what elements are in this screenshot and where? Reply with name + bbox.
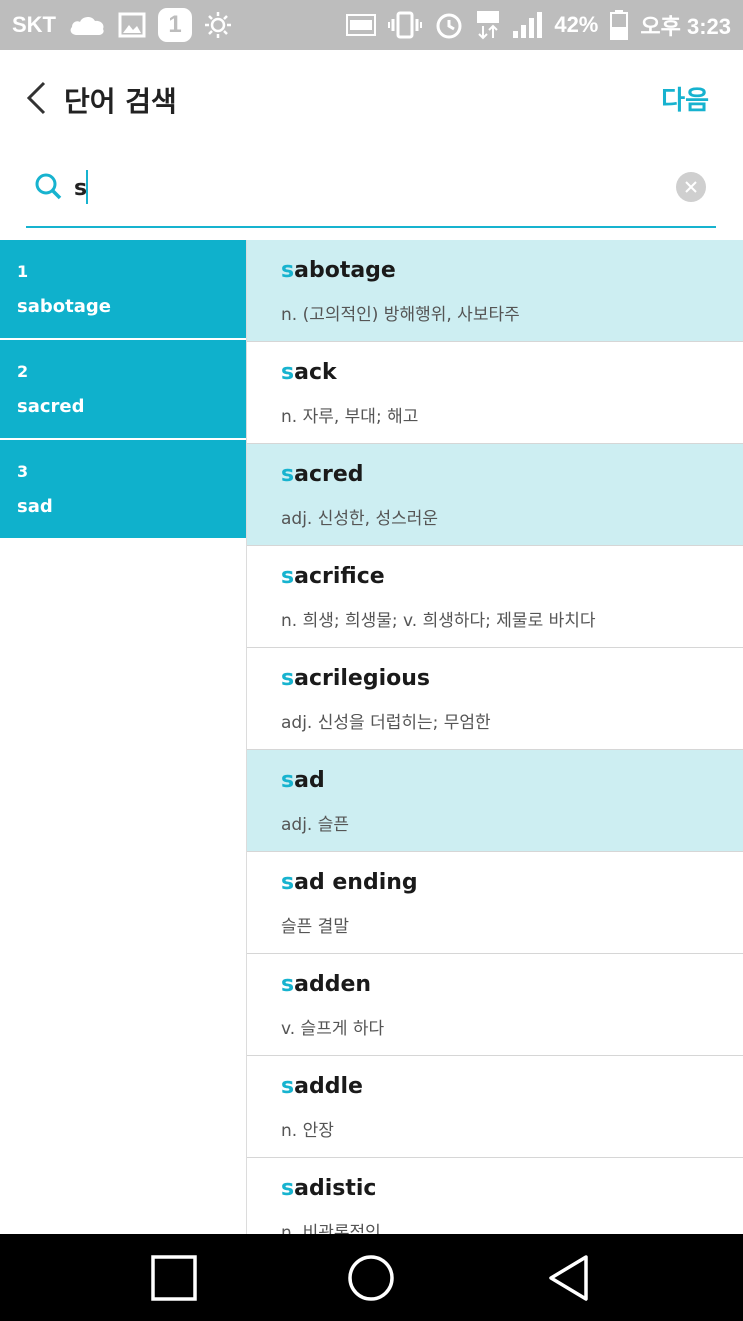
result-word: sadistic [281,1174,743,1204]
home-icon [348,1254,394,1301]
result-word-rest: ad ending [294,870,418,895]
selected-word-label: sad [17,496,53,517]
battery-icon [610,10,629,40]
clear-search-button[interactable] [676,172,706,202]
result-word-rest: abotage [294,258,396,283]
result-item[interactable]: sadden v. 슬프게 하다 [247,954,743,1056]
result-item[interactable]: sacrifice n. 희생; 희생물; v. 희생하다; 제물로 바치다 [247,546,743,648]
result-word-match: s [281,870,295,895]
result-word-rest: addle [294,1074,363,1099]
result-definition: adj. 신성한, 성스러운 [281,509,439,529]
result-word-match: s [281,258,295,283]
result-word-rest: acred [294,462,364,487]
result-word-rest: ad [294,768,325,793]
vibrate-icon [388,11,423,39]
text-cursor [86,170,88,204]
result-definition: n. 안장 [281,1121,334,1141]
result-word: sacrifice [281,562,743,592]
selected-words-pane: 1 sabotage 2 sacred 3 sad [0,240,247,1234]
result-definition: adj. 신성을 더럽히는; 무엄한 [281,713,491,733]
nfc-icon [346,14,377,36]
page-title: 단어 검색 [64,85,177,118]
result-word-match: s [281,972,295,997]
notification-count-icon: 1 [158,8,192,42]
result-word-match: s [281,1176,295,1201]
carrier-label: SKT [12,12,56,37]
notification-count: 1 [168,11,182,38]
result-word: sacred [281,460,743,490]
result-item[interactable]: sabotage n. (고의적인) 방해행위, 사보타주 [247,240,743,342]
result-item[interactable]: saddle n. 안장 [247,1056,743,1158]
signal-icon [512,11,543,39]
result-word-match: s [281,768,295,793]
clear-icon [685,181,697,193]
search-bar [26,146,716,228]
search-input[interactable] [74,168,664,208]
result-item[interactable]: sad ending 슬픈 결말 [247,852,743,954]
next-button[interactable]: 다음 [661,80,709,117]
result-definition: n. 희생; 희생물; v. 희생하다; 제물로 바치다 [281,611,596,631]
result-item[interactable]: sad adj. 슬픈 [247,750,743,852]
result-item[interactable]: sacred adj. 신성한, 성스러운 [247,444,743,546]
result-item[interactable]: sacrilegious adj. 신성을 더럽히는; 무엄한 [247,648,743,750]
result-word: sadden [281,970,743,1000]
selected-word-item[interactable]: 1 sabotage [0,240,246,340]
back-chevron-icon [26,81,46,115]
recent-apps-button[interactable] [124,1234,224,1321]
lte-icon [476,10,500,40]
result-item[interactable]: sadistic n. 비관론적인 [247,1158,743,1234]
result-word: sabotage [281,256,743,286]
result-definition: v. 슬프게 하다 [281,1019,385,1039]
selected-word-index: 1 [17,262,29,281]
selected-word-item[interactable]: 2 sacred [0,340,246,440]
result-word: sack [281,358,743,388]
result-word: saddle [281,1072,743,1102]
result-word-match: s [281,564,295,589]
result-word-match: s [281,1074,295,1099]
result-word-match: s [281,666,295,691]
result-word: sacrilegious [281,664,743,694]
result-definition: 슬픈 결말 [281,917,349,937]
search-icon [34,172,62,204]
result-word-rest: adistic [294,1176,377,1201]
navigation-bar [0,1234,743,1321]
result-definition: adj. 슬픈 [281,815,350,835]
selected-word-item[interactable]: 3 sad [0,440,246,540]
back-button[interactable] [16,76,56,120]
status-bar: SKT 1 42% 오후 3:23 [0,0,743,50]
brightness-icon [204,11,232,39]
result-word-rest: ack [294,360,337,385]
back-nav-button[interactable] [518,1234,618,1321]
result-word-rest: acrilegious [294,666,431,691]
battery-percent: 42% [554,12,599,37]
result-definition: n. 자루, 부대; 해고 [281,407,419,427]
clock: 오후 3:23 [640,14,731,39]
alarm-icon [434,10,464,40]
selected-word-label: sacred [17,396,85,417]
selected-word-index: 3 [17,462,29,481]
result-item[interactable]: sack n. 자루, 부대; 해고 [247,342,743,444]
back-icon [549,1254,588,1301]
result-definition: n. 비관론적인 [281,1223,381,1234]
selected-word-index: 2 [17,362,29,381]
status-bar-right: 42% 오후 3:23 [346,9,731,41]
status-bar-left: SKT 1 [12,8,232,42]
result-word-match: s [281,462,295,487]
result-word-rest: acrifice [294,564,385,589]
recent-apps-icon [151,1254,197,1301]
result-word: sad [281,766,743,796]
image-icon [118,12,146,38]
result-word-rest: adden [294,972,372,997]
result-definition: n. (고의적인) 방해행위, 사보타주 [281,305,520,325]
cloud-icon [68,13,106,37]
home-button[interactable] [321,1234,421,1321]
result-word: sad ending [281,868,743,898]
result-word-match: s [281,360,295,385]
search-results-list: sabotage n. (고의적인) 방해행위, 사보타주 sack n. 자루… [247,240,743,1234]
app-bar: 단어 검색 다음 [0,50,743,146]
selected-word-label: sabotage [17,296,111,317]
